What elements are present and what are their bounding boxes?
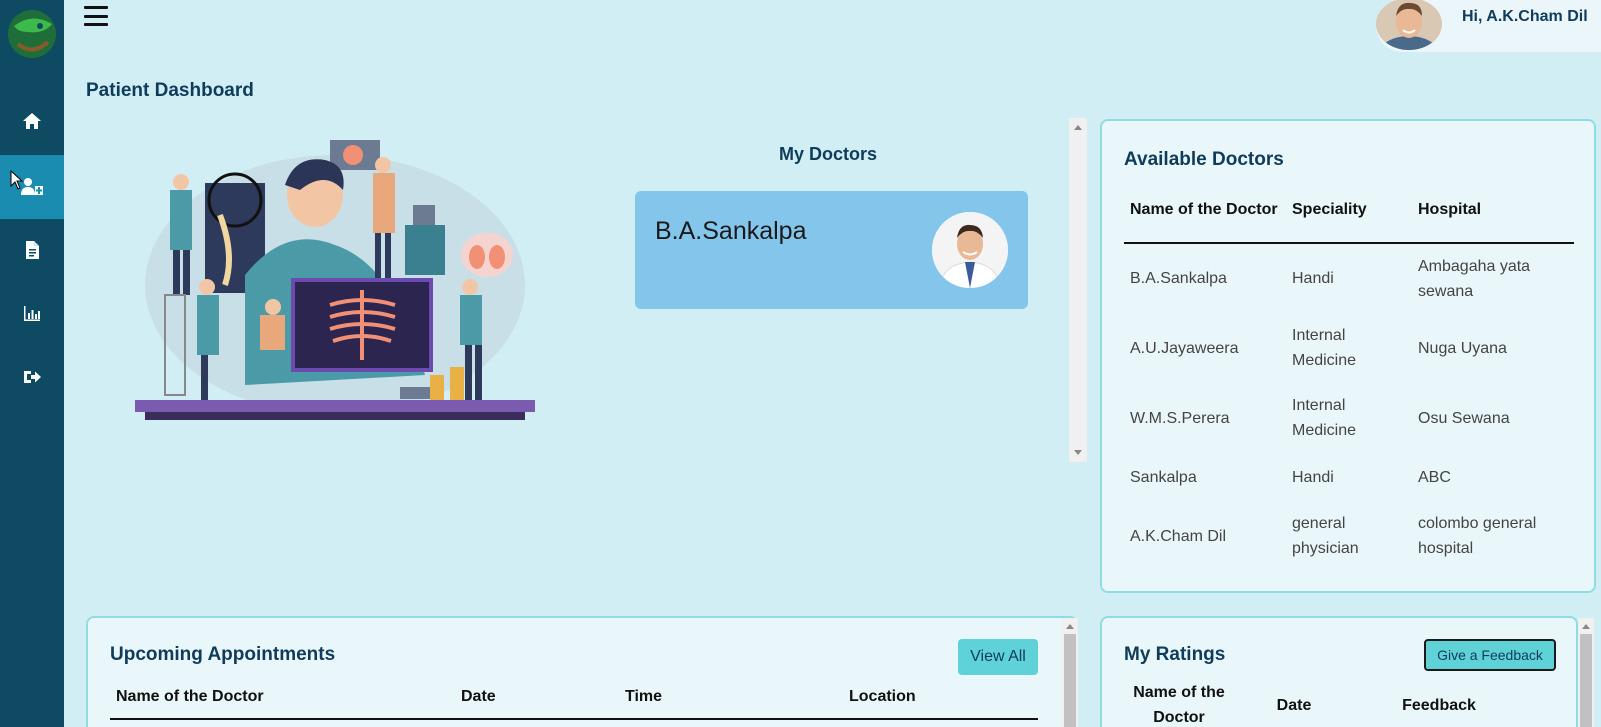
doctor-card-name: B.A.Sankalpa [655, 217, 807, 245]
column-header-speciality: Speciality [1286, 183, 1412, 244]
upcoming-appointments-card: Upcoming Appointments View All Name of t… [86, 616, 1078, 727]
medical-illustration [125, 135, 545, 430]
hamburger-line [84, 6, 108, 9]
speciality-cell: Handi [1292, 468, 1334, 486]
scroll-up-arrow-icon[interactable] [1066, 624, 1074, 629]
scrollbar-thumb[interactable] [1580, 634, 1592, 727]
sidebar-item-documents[interactable] [0, 218, 64, 282]
sidebar [0, 0, 64, 727]
app-logo[interactable] [4, 4, 60, 66]
hamburger-line [84, 23, 108, 26]
doctor-name-cell: Sankalpa [1130, 468, 1197, 486]
speciality-cell: Internal Medicine [1292, 327, 1357, 369]
page-title: Patient Dashboard [86, 80, 254, 101]
scrollbar-thumb[interactable] [1064, 634, 1076, 727]
hospital-cell: Osu Sewana [1418, 409, 1510, 427]
logout-icon [24, 371, 41, 383]
column-header-name: Name of the Doctor [1133, 684, 1225, 726]
speciality-cell: Handi [1292, 270, 1334, 287]
hospital-cell: Nuga Uyana [1418, 339, 1507, 357]
doctor-name-cell: A.K.Cham Dil [1130, 527, 1227, 545]
sidebar-item-home[interactable] [0, 89, 64, 153]
table-row: A.U.Jayaweera Internal Medicine Nuga Uya… [1124, 313, 1574, 383]
column-header-hospital: Hospital [1412, 183, 1574, 244]
hospital-cell: colombo general hospital [1418, 515, 1537, 557]
my-doctors-title: My Doctors [778, 144, 877, 164]
column-header-name: Name of the Doctor [110, 682, 455, 720]
upcoming-scrollbar[interactable] [1062, 618, 1078, 727]
table-row: B.A.Sankalpa Handi Ambagaha yata sewana [1124, 243, 1574, 313]
user-avatar [1376, 0, 1442, 50]
column-header-time: Time [619, 682, 843, 720]
column-header-name: Name of the Doctor [1124, 183, 1286, 244]
ratings-scrollbar[interactable] [1578, 618, 1594, 727]
speciality-cell: general physician [1292, 515, 1359, 557]
mouse-cursor-icon [10, 170, 24, 190]
give-feedback-button[interactable]: Give a Feedback [1424, 639, 1556, 671]
hamburger-line [84, 14, 108, 18]
view-all-button[interactable]: View All [958, 639, 1038, 675]
column-header-location: Location [843, 682, 1038, 720]
user-greeting: Hi, A.K.Cham Dil [1462, 8, 1588, 25]
menu-toggle-button[interactable] [84, 4, 108, 28]
hospital-cell: Ambagaha yata sewana [1418, 257, 1531, 300]
upcoming-appointments-table: Name of the Doctor Date Time Location [110, 682, 1038, 720]
sidebar-item-logout[interactable] [0, 345, 64, 409]
my-doctors-scrollbar[interactable] [1069, 118, 1087, 462]
upcoming-appointments-title: Upcoming Appointments [110, 644, 336, 665]
column-header-date: Date [455, 682, 619, 720]
table-row: W.M.S.Perera Internal Medicine Osu Sewan… [1124, 383, 1574, 453]
my-ratings-table: Name of the Doctor Date Feedback [1124, 680, 1524, 727]
home-icon [23, 113, 41, 129]
sidebar-item-reports[interactable] [0, 281, 64, 345]
my-ratings-title: My Ratings [1124, 644, 1226, 665]
doctor-avatar [932, 212, 1008, 288]
column-header-feedback: Feedback [1402, 696, 1476, 714]
doctor-name-cell: W.M.S.Perera [1130, 409, 1230, 427]
available-doctors-card: Available Doctors Name of the Doctor Spe… [1100, 119, 1596, 593]
doctor-name-cell: A.U.Jayaweera [1130, 339, 1239, 357]
doctor-name-cell: B.A.Sankalpa [1130, 270, 1227, 287]
table-row: Sankalpa Handi ABC [1124, 453, 1574, 501]
scroll-up-arrow-icon[interactable] [1074, 125, 1082, 130]
available-doctors-title: Available Doctors [1124, 149, 1284, 170]
column-header-date: Date [1276, 696, 1312, 714]
table-row: A.K.Cham Dil general physician colombo g… [1124, 501, 1574, 571]
scroll-up-arrow-icon[interactable] [1582, 624, 1590, 629]
my-doctor-card[interactable]: B.A.Sankalpa [635, 191, 1028, 309]
available-doctors-table: Name of the Doctor Speciality Hospital B… [1124, 183, 1574, 571]
speciality-cell: Internal Medicine [1292, 397, 1357, 439]
scroll-down-arrow-icon[interactable] [1074, 450, 1082, 455]
document-icon [26, 241, 39, 259]
chart-icon [24, 306, 40, 321]
hospital-cell: ABC [1418, 468, 1451, 486]
user-profile-chip[interactable]: Hi, A.K.Cham Dil [1376, 0, 1601, 52]
my-ratings-card: My Ratings Give a Feedback Name of the D… [1100, 616, 1578, 727]
